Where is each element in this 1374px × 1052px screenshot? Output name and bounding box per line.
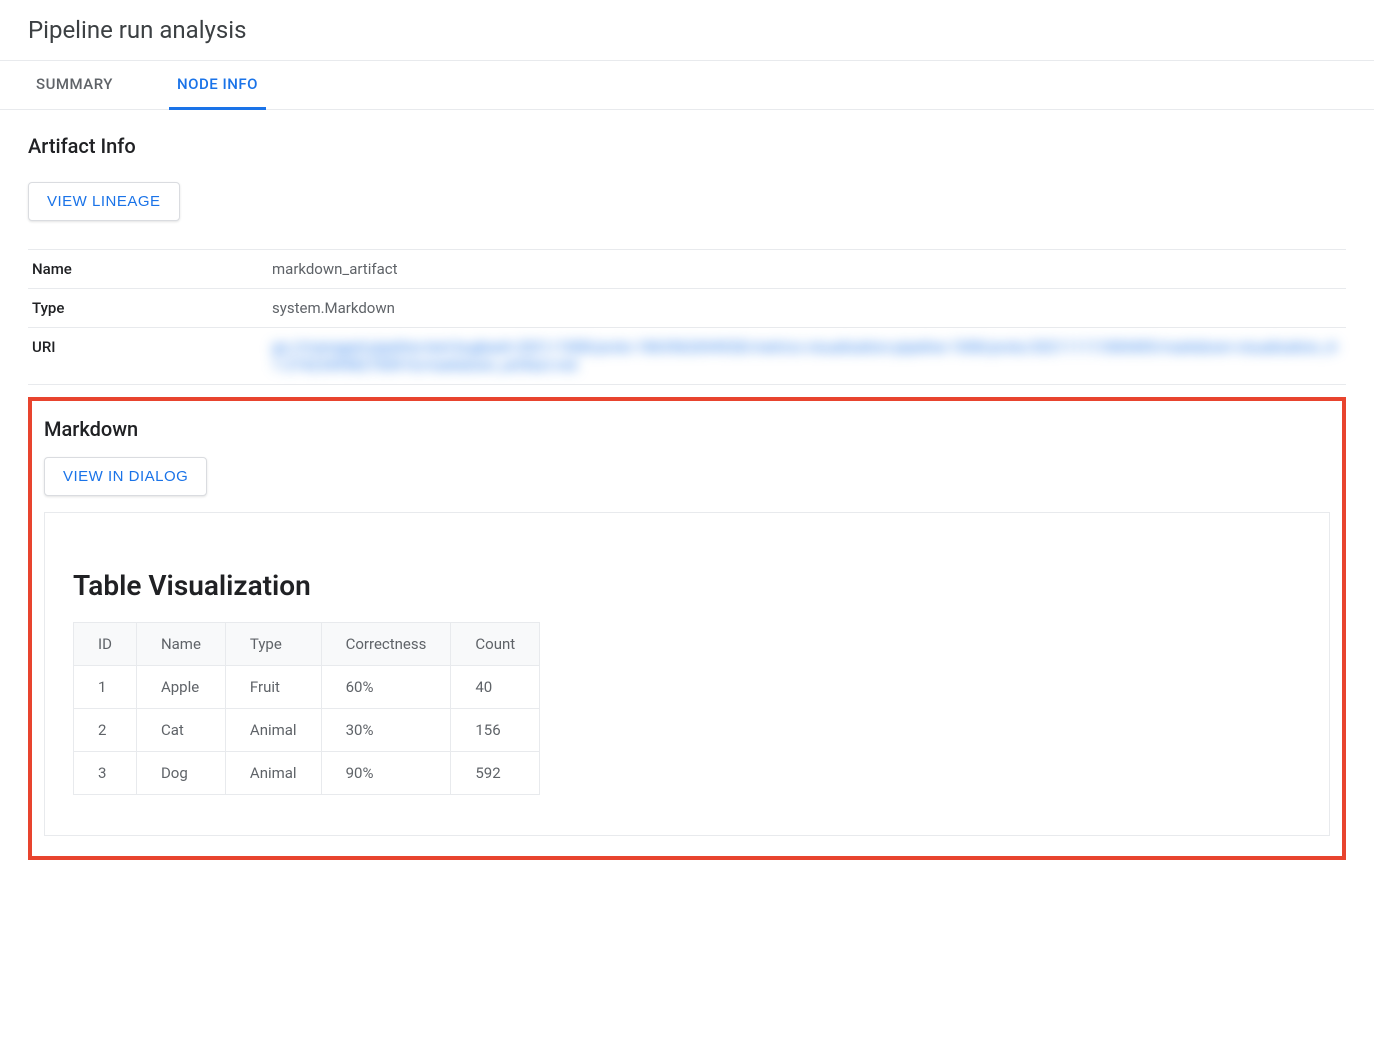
- info-row-type: Type system.Markdown: [28, 289, 1346, 328]
- cell-correctness: 90%: [321, 752, 451, 795]
- cell-name: Dog: [136, 752, 225, 795]
- cell-id: 3: [74, 752, 137, 795]
- cell-name: Apple: [136, 666, 225, 709]
- table-row: 2 Cat Animal 30% 156: [74, 709, 540, 752]
- markdown-preview: Table Visualization ID Name Type Correct…: [44, 512, 1330, 836]
- tabs: SUMMARY NODE INFO: [0, 60, 1374, 110]
- markdown-title: Markdown: [44, 417, 1330, 441]
- col-correctness: Correctness: [321, 623, 451, 666]
- info-val: gs://managed-pipeline-test-bugbash-2021/…: [268, 328, 1346, 385]
- col-type: Type: [225, 623, 321, 666]
- cell-id: 1: [74, 666, 137, 709]
- info-val: markdown_artifact: [268, 250, 1346, 289]
- preview-heading: Table Visualization: [73, 569, 1301, 602]
- cell-type: Animal: [225, 709, 321, 752]
- page-title: Pipeline run analysis: [0, 0, 1374, 60]
- cell-type: Fruit: [225, 666, 321, 709]
- tab-node-info[interactable]: NODE INFO: [169, 61, 266, 110]
- cell-correctness: 60%: [321, 666, 451, 709]
- info-key: Name: [28, 250, 268, 289]
- cell-count: 592: [451, 752, 540, 795]
- info-key: Type: [28, 289, 268, 328]
- cell-correctness: 30%: [321, 709, 451, 752]
- info-row-uri: URI gs://managed-pipeline-test-bugbash-2…: [28, 328, 1346, 385]
- info-row-name: Name markdown_artifact: [28, 250, 1346, 289]
- col-name: Name: [136, 623, 225, 666]
- view-in-dialog-button[interactable]: VIEW IN DIALOG: [44, 457, 207, 496]
- table-row: 1 Apple Fruit 60% 40: [74, 666, 540, 709]
- visualization-table: ID Name Type Correctness Count 1 Apple F…: [73, 622, 540, 795]
- info-val: system.Markdown: [268, 289, 1346, 328]
- info-key: URI: [28, 328, 268, 385]
- cell-name: Cat: [136, 709, 225, 752]
- table-row: 3 Dog Animal 90% 592: [74, 752, 540, 795]
- table-header-row: ID Name Type Correctness Count: [74, 623, 540, 666]
- cell-count: 40: [451, 666, 540, 709]
- artifact-info-table: Name markdown_artifact Type system.Markd…: [28, 249, 1346, 385]
- content-area: Artifact Info VIEW LINEAGE Name markdown…: [0, 110, 1374, 884]
- cell-count: 156: [451, 709, 540, 752]
- uri-link[interactable]: gs://managed-pipeline-test-bugbash-2021/…: [272, 338, 1339, 374]
- cell-id: 2: [74, 709, 137, 752]
- col-id: ID: [74, 623, 137, 666]
- markdown-highlight-box: Markdown VIEW IN DIALOG Table Visualizat…: [28, 397, 1346, 860]
- view-lineage-button[interactable]: VIEW LINEAGE: [28, 182, 180, 221]
- tab-summary[interactable]: SUMMARY: [28, 61, 121, 110]
- artifact-info-title: Artifact Info: [28, 134, 1346, 158]
- cell-type: Animal: [225, 752, 321, 795]
- col-count: Count: [451, 623, 540, 666]
